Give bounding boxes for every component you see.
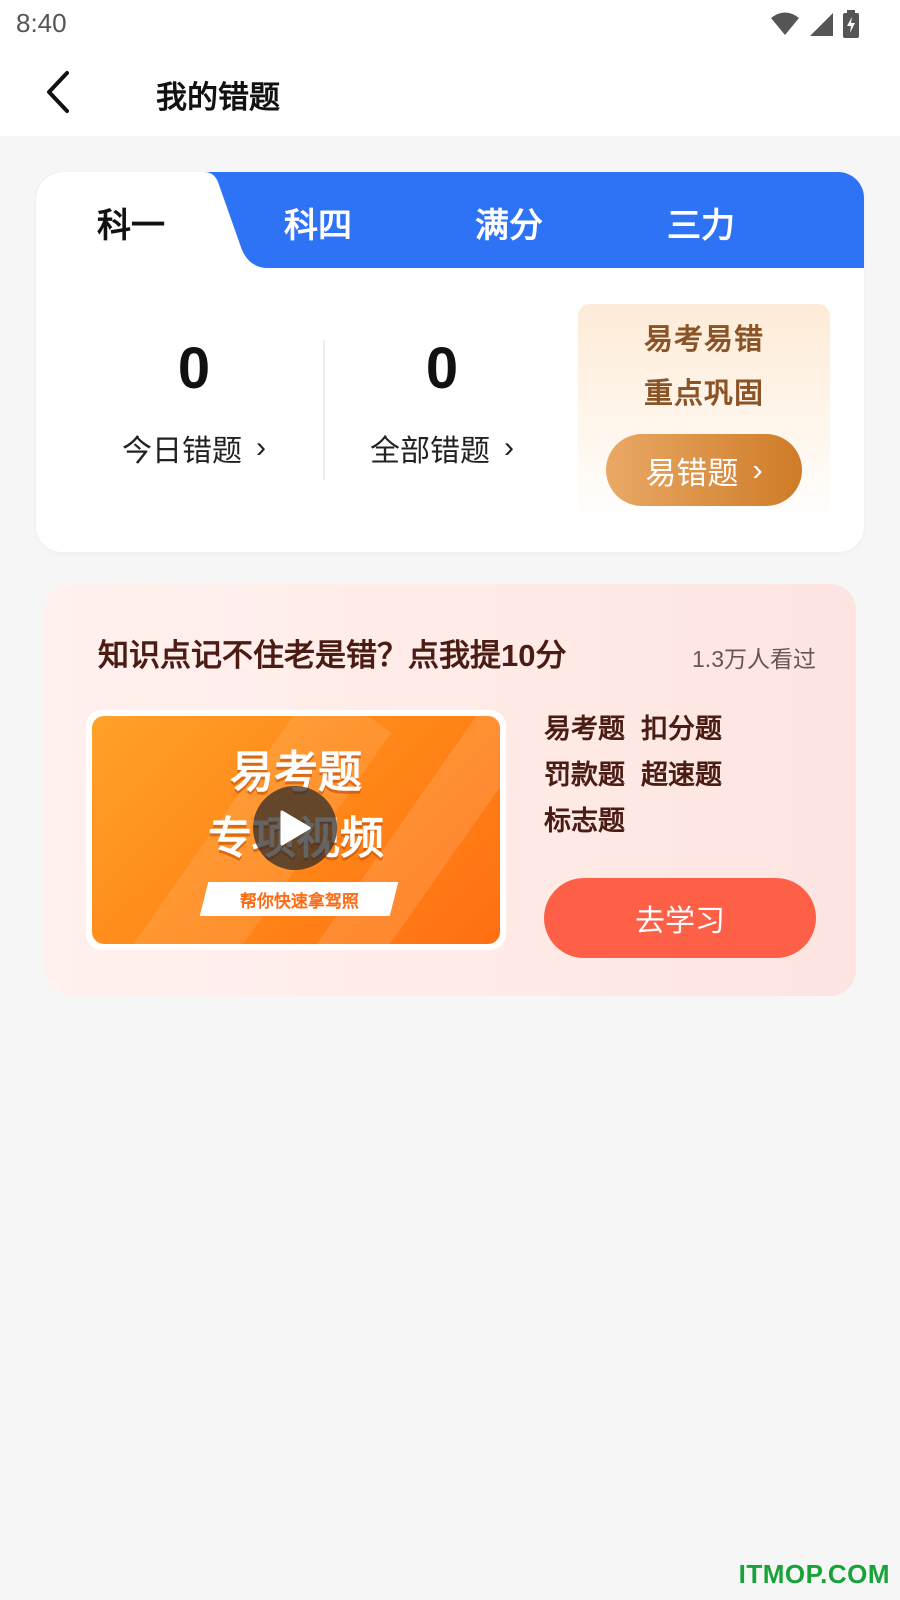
tag-deduction: 扣分题 — [641, 714, 722, 744]
tag-row: 易考题 扣分题 — [544, 706, 814, 752]
tab-kemu1[interactable]: 科一 — [56, 198, 206, 245]
status-bar: 8:40 — [0, 0, 900, 50]
all-wrong-stat[interactable]: 0 全部错题 › — [332, 334, 552, 470]
tag-fine: 罚款题 — [544, 760, 625, 790]
tab-kemu4[interactable]: 科四 — [243, 198, 393, 245]
chevron-right-icon: › — [752, 452, 763, 487]
play-button[interactable] — [253, 786, 337, 870]
wrong-questions-card: 科一 科四 满分 三力 0 今日错题 › 0 全部错题 › 易考易错 重点巩固 … — [36, 172, 864, 552]
status-icons — [770, 10, 860, 38]
video-thumb-image: 易考题 专项视频 帮你快速拿驾照 — [92, 716, 500, 944]
back-button[interactable] — [38, 68, 78, 116]
easy-wrong-button-label: 易错题 — [645, 455, 739, 491]
watermark: ITMOP.COM — [738, 1559, 890, 1589]
topic-tags: 易考题 扣分题 罚款题 超速题 标志题 — [544, 706, 814, 844]
easy-wrong-button[interactable]: 易错题 › — [606, 434, 802, 506]
tag-row: 标志题 — [544, 798, 814, 844]
page-title: 我的错题 — [156, 80, 280, 115]
view-count: 1.3万人看过 — [692, 646, 816, 672]
all-wrong-count: 0 — [425, 336, 459, 401]
all-wrong-text: 全部错题 — [370, 435, 490, 468]
signal-icon — [810, 13, 833, 36]
go-study-button[interactable]: 去学习 — [544, 878, 816, 958]
tab-sanli[interactable]: 三力 — [626, 198, 776, 245]
chevron-left-icon — [47, 71, 69, 113]
video-banner-text: 帮你快速拿驾照 — [239, 891, 359, 911]
tab-full-score[interactable]: 满分 — [434, 198, 584, 245]
video-thumbnail[interactable]: 易考题 专项视频 帮你快速拿驾照 — [86, 710, 506, 950]
status-time: 8:40 — [16, 8, 67, 38]
chevron-right-icon: › — [504, 431, 514, 464]
video-banner: 帮你快速拿驾照 — [199, 882, 399, 916]
battery-icon — [843, 10, 859, 38]
today-wrong-text: 今日错题 — [122, 435, 242, 468]
chevron-right-icon: › — [256, 431, 266, 464]
today-wrong-stat[interactable]: 0 今日错题 › — [84, 334, 304, 470]
wifi-icon — [771, 12, 799, 35]
tag-row: 罚款题 超速题 — [544, 752, 814, 798]
study-title[interactable]: 知识点记不住老是错？点我提10分 — [98, 630, 566, 675]
study-card: 知识点记不住老是错？点我提10分 1.3万人看过 易考题 专项视频 帮你快速拿驾… — [44, 584, 856, 996]
stat-divider — [323, 340, 325, 480]
play-icon — [280, 810, 311, 846]
all-wrong-label: 全部错题 › — [370, 426, 514, 470]
today-wrong-count: 0 — [177, 336, 211, 401]
promo-line-1: 易考易错 — [643, 324, 764, 356]
promo-line-2: 重点巩固 — [643, 378, 764, 410]
nav-bar: 我的错题 — [0, 50, 900, 136]
tag-sign: 标志题 — [544, 806, 625, 836]
today-wrong-label: 今日错题 › — [122, 426, 266, 470]
tag-speeding: 超速题 — [641, 760, 722, 790]
tag-easy: 易考题 — [544, 714, 625, 744]
